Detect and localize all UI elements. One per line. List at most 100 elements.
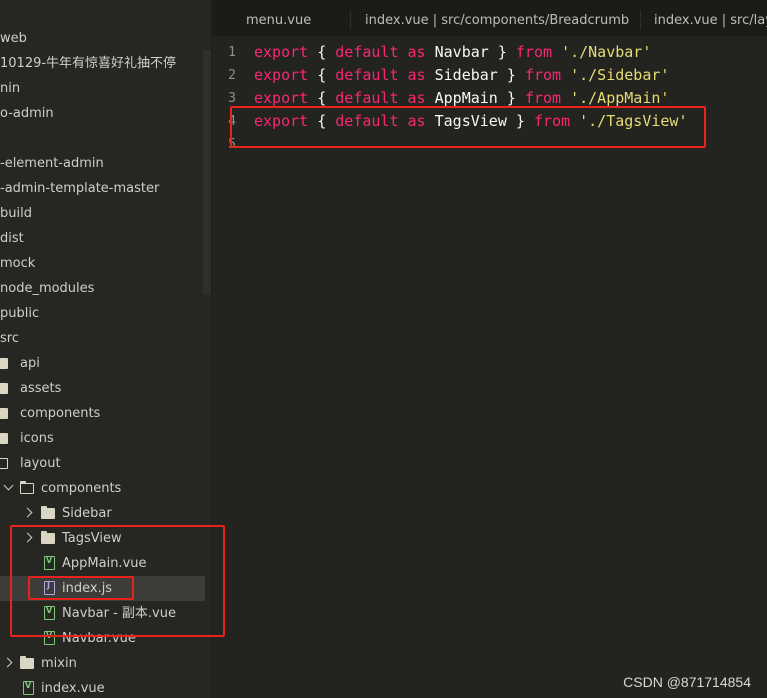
tab-separator <box>350 10 351 30</box>
tab-bar: menu.vue index.vue | src/components/Brea… <box>212 0 767 36</box>
vue-file-icon <box>23 677 34 695</box>
tree-item-label: Sidebar <box>62 506 112 521</box>
keyword: as <box>407 89 426 107</box>
highlight-box-code-line <box>230 106 706 148</box>
keyword: from <box>524 89 562 107</box>
tree-item-label: node_modules <box>0 281 95 296</box>
string-literal: './Sidebar' <box>570 66 670 84</box>
tree-item[interactable] <box>0 126 205 151</box>
folder-icon <box>0 358 8 369</box>
keyword: default <box>335 43 399 61</box>
folder-open-icon <box>19 480 34 494</box>
tree-item-label: mock <box>0 256 36 271</box>
tree-item-label: icons <box>20 431 54 446</box>
keyword: default <box>335 66 399 84</box>
folder-icon <box>41 506 55 519</box>
tree-item[interactable]: components <box>0 401 205 426</box>
tab-label: index.vue | src/layo <box>654 13 767 28</box>
tree-item-label: components <box>41 481 122 496</box>
tree-item[interactable]: Sidebar <box>0 501 205 526</box>
tree-item[interactable]: components <box>0 476 205 501</box>
tree-item[interactable]: 10129-牛年有惊喜好礼抽不停 <box>0 51 205 76</box>
tree-item[interactable]: mixin <box>0 651 205 676</box>
tree-item[interactable]: -element-admin <box>0 151 205 176</box>
code-line-2[interactable]: export { default as Sidebar } from './Si… <box>254 66 669 84</box>
tree-item[interactable]: -admin-template-master <box>0 176 205 201</box>
folder-icon <box>20 656 34 669</box>
line-number: 2 <box>228 68 236 83</box>
code-line-3[interactable]: export { default as AppMain } from './Ap… <box>254 89 669 107</box>
keyword: as <box>407 43 426 61</box>
tree-item[interactable]: build <box>0 201 205 226</box>
keyword: from <box>515 43 553 61</box>
code-text: { <box>308 43 336 61</box>
tree-item-label: assets <box>20 381 62 396</box>
tree-item-label: mixin <box>41 656 77 671</box>
code-text: { <box>308 66 336 84</box>
tree-item-label: -element-admin <box>0 156 104 171</box>
tree-item-label: components <box>20 406 101 421</box>
highlight-box-index-js <box>28 576 134 600</box>
chevron-right-icon[interactable] <box>2 657 13 668</box>
tree-item-label: -admin-template-master <box>0 181 160 196</box>
tree-item-label: api <box>20 356 40 371</box>
tree-item[interactable]: web <box>0 26 205 51</box>
tree-item[interactable]: icons <box>0 426 205 451</box>
tree-item[interactable]: mock <box>0 251 205 276</box>
folder-icon <box>0 383 8 394</box>
tree-item[interactable]: o-admin <box>0 101 205 126</box>
sidebar-scrollbar[interactable] <box>203 50 211 295</box>
tab-label: menu.vue <box>246 13 312 28</box>
tab-layout-index[interactable]: index.vue | src/layo <box>654 6 767 36</box>
tree-item-label: 10129-牛年有惊喜好礼抽不停 <box>0 56 177 71</box>
code-line-1[interactable]: export { default as Navbar } from './Nav… <box>254 43 651 61</box>
keyword: default <box>335 89 399 107</box>
tree-item-label: dist <box>0 231 24 246</box>
line-number: 1 <box>228 45 236 60</box>
tree-item[interactable]: layout <box>0 451 205 476</box>
tree-item[interactable]: node_modules <box>0 276 205 301</box>
folder-open-icon <box>0 458 8 469</box>
keyword: export <box>254 43 309 61</box>
tab-breadcrumb-index[interactable]: index.vue | src/components/Breadcrumb <box>365 6 629 36</box>
tree-item[interactable]: dist <box>0 226 205 251</box>
tree-item[interactable]: public <box>0 301 205 326</box>
tree-item[interactable]: index.vue <box>0 676 205 698</box>
code-text: Navbar } <box>425 43 516 61</box>
keyword: as <box>407 66 426 84</box>
chevron-down-icon[interactable] <box>3 480 14 491</box>
watermark: CSDN @871714854 <box>623 674 751 690</box>
line-number: 3 <box>228 91 236 106</box>
tree-item-label: index.vue <box>41 681 105 696</box>
tree-item[interactable]: api <box>0 351 205 376</box>
code-text: AppMain } <box>425 89 525 107</box>
code-text: { <box>308 89 336 107</box>
tree-item-label: public <box>0 306 40 321</box>
folder-icon <box>0 408 8 419</box>
keyword: from <box>524 66 562 84</box>
keyword: export <box>254 66 309 84</box>
tree-item-label: src <box>0 331 19 346</box>
tree-item[interactable]: assets <box>0 376 205 401</box>
tree-item[interactable]: nin <box>0 76 205 101</box>
tree-item-label: o-admin <box>0 106 54 121</box>
tab-separator <box>640 10 641 30</box>
tab-menu-vue[interactable]: menu.vue <box>246 6 311 36</box>
tree-item-label: nin <box>0 81 21 96</box>
tree-item[interactable]: src <box>0 326 205 351</box>
string-literal: './Navbar' <box>561 43 652 61</box>
tree-item-label: web <box>0 31 27 46</box>
chevron-right-icon[interactable] <box>22 507 33 518</box>
string-literal: './AppMain' <box>570 89 670 107</box>
tree-item-label: layout <box>20 456 61 471</box>
folder-icon <box>0 433 8 444</box>
code-text: Sidebar } <box>425 66 525 84</box>
keyword: export <box>254 89 309 107</box>
tab-label: index.vue | src/components/Breadcrumb <box>365 13 630 28</box>
